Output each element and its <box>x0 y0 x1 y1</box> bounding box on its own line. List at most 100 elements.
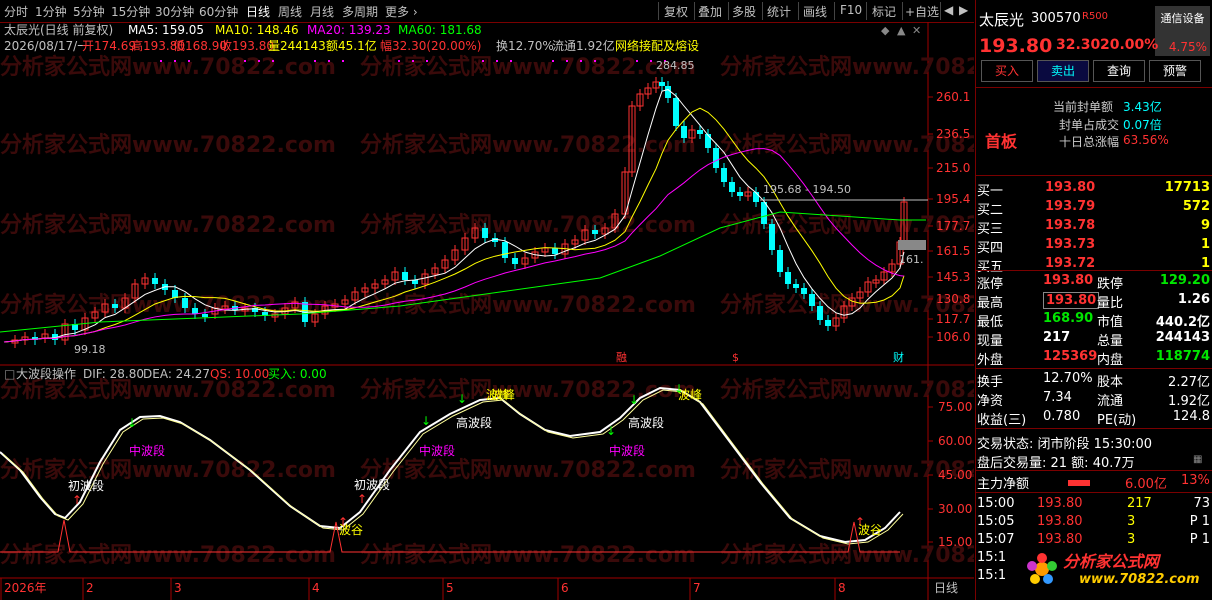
price-tick-label: 145.3 <box>936 270 970 284</box>
bid-row[interactable]: 买四 193.73 1 <box>975 237 1212 256</box>
pane-close-icon[interactable]: ✕ <box>912 24 921 37</box>
adjust-button[interactable]: 复权 <box>664 3 688 20</box>
sell-arrow-icon: ↑ <box>72 493 82 507</box>
stat-value: 124.8 <box>1172 409 1210 424</box>
overlay-button[interactable]: 叠加 <box>698 3 722 20</box>
indicator-label: 波峰 <box>678 388 702 402</box>
period-tab-fenshi[interactable]: 分时 <box>4 3 28 20</box>
event-label: 融 <box>616 351 627 364</box>
f10-button[interactable]: F10 <box>840 3 862 17</box>
stat-row: 收益(三) 0.780 PE(动) 124.8 <box>975 409 1212 428</box>
candle-body-down <box>801 288 807 294</box>
mark-button[interactable]: 标记 <box>872 3 896 20</box>
indicator-tick-label: 30.00 <box>938 502 972 516</box>
period-tab-1min[interactable]: 1分钟 <box>35 3 67 20</box>
bar-info-line: 2026/08/17/一 开174.69 高193.80 低168.90 收19… <box>4 38 699 53</box>
date-tick-label: 3 <box>174 581 182 595</box>
stat-label: PE(动) <box>1097 413 1137 428</box>
stat-row: 最低 168.90 市值 440.2亿 <box>975 311 1212 330</box>
sector-name: 通信设备 <box>1160 12 1205 25</box>
statistics-button[interactable]: 统计 <box>767 3 791 20</box>
watermark: 分析家公式网www.70822.com <box>0 54 336 80</box>
event-dot <box>426 60 428 62</box>
alert-button[interactable]: 预警 <box>1149 60 1201 82</box>
stat-row: 净资 7.34 流通 1.92亿 <box>975 390 1212 409</box>
candle-body-down <box>793 284 799 288</box>
event-dot <box>482 60 484 62</box>
indicator-name: 大波段操作 <box>16 366 76 381</box>
pane-up-icon[interactable]: ▲ <box>897 24 906 37</box>
info-open: 开174.69 <box>82 39 136 53</box>
watermark: 分析家公式网www.70822.com <box>360 54 696 80</box>
indicator-dif: DIF: 28.80 <box>83 367 144 381</box>
expand-icon[interactable]: ▦ <box>1193 454 1202 465</box>
buy-button[interactable]: 买入 <box>981 60 1033 82</box>
period-tab-multi[interactable]: 多周期 <box>342 3 378 20</box>
price-tick-label: 215.0 <box>936 161 970 175</box>
watermark: 分析家公式网www.70822.com <box>0 212 336 238</box>
tick-row: 15:00 193.80 217 73 <box>975 496 1212 515</box>
info-change: 幅32.30(20.00%) <box>380 38 481 53</box>
ma20-legend: MA20: 139.23 <box>307 23 391 37</box>
candle-body-down <box>817 306 823 320</box>
toolbar-divider <box>658 2 659 20</box>
period-tab-monthly[interactable]: 月线 <box>310 3 334 20</box>
bid-row[interactable]: 买一 193.80 17713 <box>975 180 1212 199</box>
event-dot <box>566 60 568 62</box>
bid-row[interactable]: 买三 193.78 9 <box>975 218 1212 237</box>
pane-menu-icon[interactable]: ◆ <box>881 24 890 37</box>
period-tab-15min[interactable]: 15分钟 <box>111 3 150 20</box>
stat-label: 外盘 <box>977 353 1004 368</box>
period-tab-more[interactable]: 更多 › <box>385 3 418 20</box>
query-button[interactable]: 查询 <box>1093 60 1145 82</box>
sell-arrow-icon: ↑ <box>357 492 367 506</box>
event-dot <box>342 60 344 62</box>
kline-chart[interactable]: 分析家公式网www.70822.com 分析家公式网www.70822.com … <box>0 22 974 600</box>
stat-value: 1.26 <box>1177 292 1210 307</box>
candle-body-down <box>112 304 118 308</box>
period-tab-60min[interactable]: 60分钟 <box>199 3 238 20</box>
period-tab-daily[interactable]: 日线 <box>246 3 270 20</box>
prev-stock-button[interactable]: ◀ <box>944 3 953 17</box>
event-dot <box>244 60 246 62</box>
bid-price: 193.72 <box>1045 256 1096 271</box>
bid-row[interactable]: 买二 193.79 572 <box>975 199 1212 218</box>
low-label: 99.18 <box>74 343 106 356</box>
tick-price: 193.80 <box>1037 496 1083 511</box>
marker-label: 161. <box>899 253 924 266</box>
multi-stock-button[interactable]: 多股 <box>732 3 756 20</box>
period-tab-30min[interactable]: 30分钟 <box>155 3 194 20</box>
draw-line-button[interactable]: 画线 <box>803 3 827 20</box>
candle-body-down <box>777 250 783 272</box>
bid-price: 193.79 <box>1045 199 1096 214</box>
date-axis: 2026年 2 3 4 5 6 7 8 <box>0 578 846 600</box>
event-dot <box>636 60 638 62</box>
buy-arrow-icon: ↓ <box>606 424 616 438</box>
candle-body-down <box>202 314 208 317</box>
bid-volume: 9 <box>1200 218 1210 233</box>
tick-time: 15:00 <box>977 496 1015 511</box>
tick-volume: 217 <box>1127 496 1152 511</box>
period-tab-weekly[interactable]: 周线 <box>278 3 302 20</box>
toolbar-divider <box>866 2 867 20</box>
stat-row: 涨停 193.80 跌停 129.20 <box>975 273 1212 292</box>
toolbar-divider <box>902 2 903 20</box>
period-tab-5min[interactable]: 5分钟 <box>73 3 105 20</box>
next-stock-button[interactable]: ▶ <box>959 3 968 17</box>
price-tick-label: 236.5 <box>936 127 970 141</box>
stat-label: 收益(三) <box>977 413 1027 428</box>
stat-label: 最高 <box>977 296 1004 311</box>
buy-arrow-icon: ↓ <box>629 393 639 407</box>
stat-value: 244143 <box>1155 330 1210 345</box>
indicator-tick-label: 45.00 <box>938 468 972 482</box>
sector-box[interactable]: 通信设备 4.75% <box>1155 6 1210 56</box>
watermark: 分析家公式网www.70822.com <box>720 54 974 80</box>
add-watchlist-button[interactable]: +自选 <box>905 3 939 20</box>
stat-label: 量比 <box>1097 296 1124 311</box>
stat-label: 股本 <box>1097 375 1124 390</box>
seal-amount: 3.43亿 <box>1123 100 1162 114</box>
panel-divider <box>975 270 1212 271</box>
candle-body-down <box>761 202 767 224</box>
candle-body-down <box>592 230 598 234</box>
sell-button[interactable]: 卖出 <box>1037 60 1089 82</box>
